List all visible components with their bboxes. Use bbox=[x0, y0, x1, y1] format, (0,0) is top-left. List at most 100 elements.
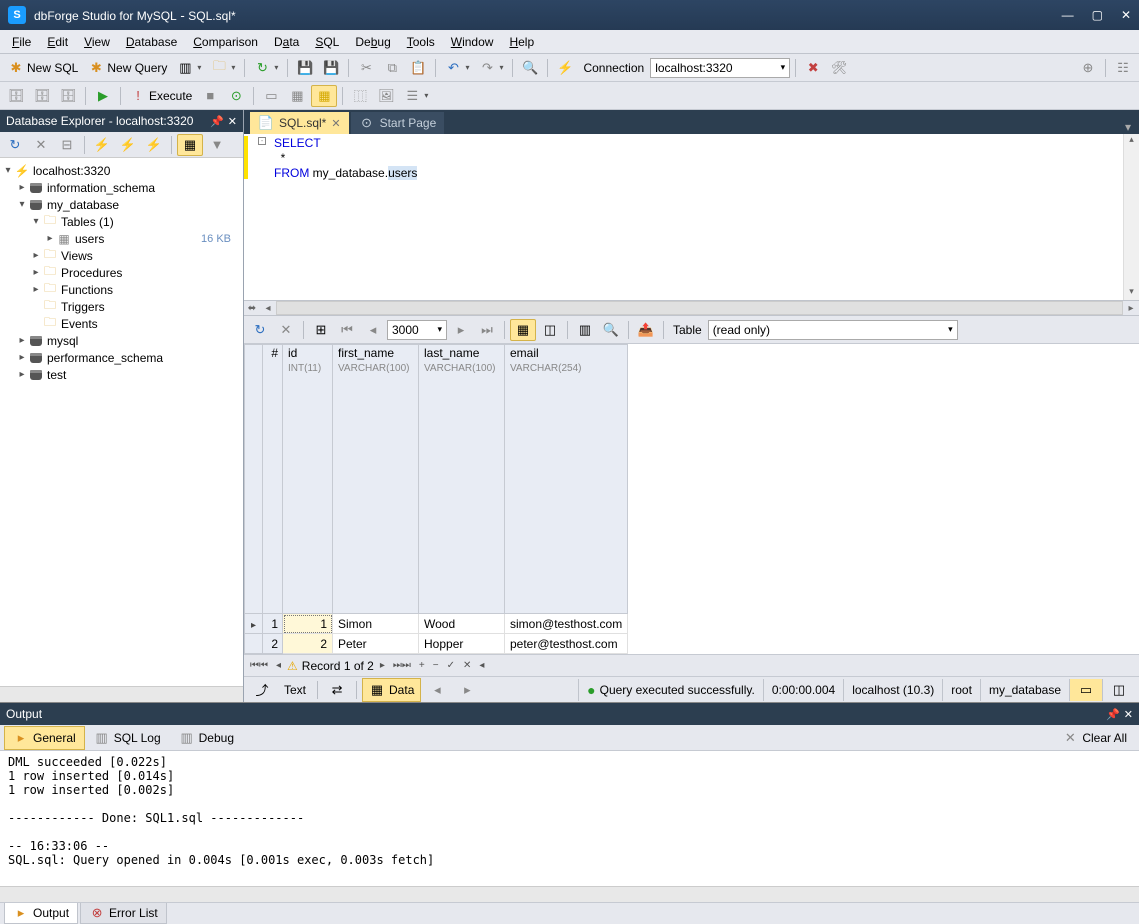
refresh-results-icon[interactable]: ↻ bbox=[248, 319, 272, 341]
overflow-1-button[interactable]: ⊕ bbox=[1076, 57, 1100, 79]
menu-debug[interactable]: Debug bbox=[347, 32, 398, 52]
refresh-icon[interactable]: ↻ bbox=[3, 134, 27, 156]
filter-icon[interactable]: ▼ bbox=[205, 134, 229, 156]
last-page-icon[interactable]: ⏭ bbox=[475, 319, 499, 341]
paste-button[interactable]: 📋 bbox=[406, 57, 430, 79]
cancel-results-icon[interactable]: ✕ bbox=[274, 319, 298, 341]
copy-button[interactable]: ⧉ bbox=[380, 57, 404, 79]
grid-view-icon[interactable]: ▦ bbox=[510, 319, 536, 341]
db-tree[interactable]: ▾⚡localhost:3320 ▸information_schema ▾my… bbox=[0, 158, 243, 686]
new-doc-dropdown[interactable]: ▥▾ bbox=[173, 57, 205, 79]
close-button[interactable]: ✕ bbox=[1121, 8, 1131, 22]
editor-hscroll[interactable]: ⬌◂▸ bbox=[244, 300, 1139, 316]
disconnect-button[interactable]: ✖ bbox=[801, 57, 825, 79]
open-doc-icon[interactable]: ⤴ bbox=[248, 679, 276, 701]
table-row[interactable]: 1 1 Simon Wood simon@testhost.com bbox=[245, 614, 628, 634]
explain-button[interactable]: ▦ bbox=[285, 85, 309, 107]
menu-file[interactable]: File bbox=[4, 32, 39, 52]
output-tab-debug[interactable]: ▥Debug bbox=[170, 726, 243, 750]
reconnect-button[interactable]: ↻▾ bbox=[250, 57, 282, 79]
swap-icon[interactable]: ⇄ bbox=[323, 679, 351, 701]
menu-database[interactable]: Database bbox=[118, 32, 185, 52]
nav-last-icon[interactable]: ⏭⏭ bbox=[391, 660, 413, 671]
next-page-icon[interactable]: ▸ bbox=[449, 319, 473, 341]
output-tab-sql-log[interactable]: ▥SQL Log bbox=[85, 726, 170, 750]
editor-vscroll[interactable]: ▴▾ bbox=[1123, 134, 1139, 300]
image-button[interactable]: 🖼 bbox=[374, 85, 398, 107]
table-row[interactable]: 2 2 Peter Hopper peter@testhost.com bbox=[245, 634, 628, 654]
tab-start-page[interactable]: ⊙ Start Page bbox=[351, 112, 445, 134]
menu-sql[interactable]: SQL bbox=[307, 32, 347, 52]
step-button[interactable]: ⊙ bbox=[224, 85, 248, 107]
output-pin-icon[interactable]: 📌 bbox=[1106, 708, 1120, 721]
next-result-icon[interactable]: ▸ bbox=[453, 679, 481, 701]
find-icon[interactable]: 🔍 bbox=[599, 319, 623, 341]
page-size-dropdown[interactable]: 3000▾ bbox=[387, 320, 447, 340]
new-query-button[interactable]: ✱New Query bbox=[84, 57, 171, 79]
tree-scrollbar[interactable] bbox=[0, 686, 243, 702]
format-button[interactable]: ⿲ bbox=[348, 85, 372, 107]
run-button[interactable]: ▶ bbox=[91, 85, 115, 107]
connection-icon[interactable]: ⚡ bbox=[553, 57, 577, 79]
execute-button[interactable]: !Execute bbox=[126, 85, 196, 107]
output-hscroll[interactable] bbox=[0, 886, 1139, 902]
redo-button[interactable]: ↷▾ bbox=[475, 57, 507, 79]
collapse-icon[interactable]: ⊟ bbox=[55, 134, 79, 156]
tab-sql[interactable]: 📄 SQL.sql* ✕ bbox=[250, 112, 349, 134]
tab-close-icon[interactable]: ✕ bbox=[331, 117, 340, 130]
export-icon[interactable]: 📤 bbox=[634, 319, 658, 341]
profile-button[interactable]: ▭ bbox=[259, 85, 283, 107]
results-grid[interactable]: # idINT(11) first_nameVARCHAR(100) last_… bbox=[244, 344, 1139, 654]
pin-icon[interactable]: 📌 bbox=[210, 115, 224, 128]
prev-page-icon[interactable]: ◂ bbox=[361, 319, 385, 341]
more-button[interactable]: ☰▾ bbox=[400, 85, 432, 107]
minimize-button[interactable]: — bbox=[1062, 8, 1074, 22]
nav-prev-icon[interactable]: ◂ bbox=[274, 660, 283, 671]
grid-icon[interactable]: ⊞ bbox=[309, 319, 333, 341]
delete-icon[interactable]: ✕ bbox=[29, 134, 53, 156]
menu-view[interactable]: View bbox=[76, 32, 118, 52]
highlight-button[interactable]: ▦ bbox=[311, 85, 337, 107]
undo-button[interactable]: ↶▾ bbox=[441, 57, 473, 79]
conn2-icon[interactable]: ⚡ bbox=[116, 134, 140, 156]
card-view-icon[interactable]: ◫ bbox=[538, 319, 562, 341]
clear-all-button[interactable]: ✕Clear All bbox=[1054, 727, 1135, 749]
menu-window[interactable]: Window bbox=[443, 32, 502, 52]
output-tab-general[interactable]: ▸General bbox=[4, 726, 85, 750]
bottom-tab-error-list[interactable]: ⊗Error List bbox=[80, 903, 167, 924]
nav-cancel-icon[interactable]: ✕ bbox=[461, 660, 473, 671]
columns-icon[interactable]: ▥ bbox=[573, 319, 597, 341]
show-all-icon[interactable]: ▦ bbox=[177, 134, 203, 156]
code-area[interactable]: SELECT * FROM my_database.users bbox=[270, 134, 1123, 300]
bottom-tab-output[interactable]: ▸Output bbox=[4, 903, 78, 924]
conn3-icon[interactable]: ⚡ bbox=[142, 134, 166, 156]
nav-next-icon[interactable]: ▸ bbox=[378, 660, 387, 671]
data-view-button[interactable]: ▦Data bbox=[362, 678, 421, 702]
cut-button[interactable]: ✂ bbox=[354, 57, 378, 79]
table-mode-dropdown[interactable]: (read only)▾ bbox=[708, 320, 958, 340]
menu-help[interactable]: Help bbox=[501, 32, 542, 52]
menu-tools[interactable]: Tools bbox=[399, 32, 443, 52]
connection-dropdown[interactable]: localhost:3320▾ bbox=[650, 58, 790, 78]
menu-comparison[interactable]: Comparison bbox=[185, 32, 266, 52]
output-close-icon[interactable]: ✕ bbox=[1124, 708, 1133, 721]
nav-first-icon[interactable]: ⏮⏮ bbox=[248, 660, 270, 671]
tab-overflow-icon[interactable]: ▾ bbox=[1125, 120, 1131, 134]
menu-edit[interactable]: Edit bbox=[39, 32, 76, 52]
text-view-button[interactable]: Text bbox=[278, 680, 312, 700]
server-button[interactable]: 🛠 bbox=[827, 57, 851, 79]
db-button-2[interactable]: 🗄 bbox=[30, 85, 54, 107]
nav-commit-icon[interactable]: ✓ bbox=[445, 660, 457, 671]
first-page-icon[interactable]: ⏮ bbox=[335, 319, 359, 341]
save-button[interactable]: 💾 bbox=[293, 57, 317, 79]
save-all-button[interactable]: 💾 bbox=[319, 57, 343, 79]
nav-add-icon[interactable]: + bbox=[417, 660, 427, 671]
conn-icon[interactable]: ⚡ bbox=[90, 134, 114, 156]
panel-close-icon[interactable]: ✕ bbox=[228, 115, 237, 128]
db-button-3[interactable]: 🗄 bbox=[56, 85, 80, 107]
new-sql-button[interactable]: ✱New SQL bbox=[4, 57, 82, 79]
open-dropdown[interactable]: 🗀▾ bbox=[207, 57, 239, 79]
layout-icon-2[interactable]: ◫ bbox=[1102, 679, 1135, 701]
nav-remove-icon[interactable]: − bbox=[431, 660, 441, 671]
overflow-2-button[interactable]: ☷ bbox=[1111, 57, 1135, 79]
